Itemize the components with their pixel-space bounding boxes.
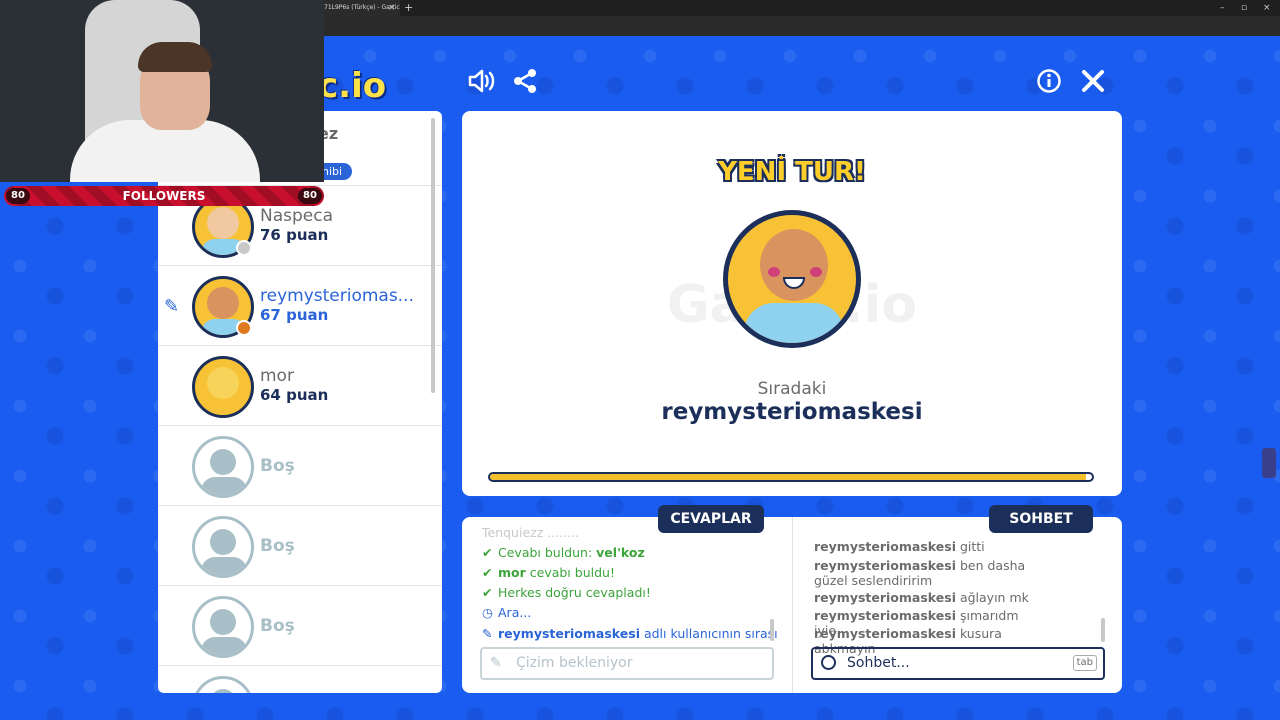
answer-line: Tenquiezz ........ — [482, 525, 580, 540]
maximize-icon[interactable]: ▫ — [1241, 0, 1247, 16]
game-logo: c.io — [318, 66, 387, 106]
share-icon — [514, 69, 536, 93]
empty-avatar — [192, 676, 254, 693]
player-row[interactable]: ✎ reymysteriomas... 67 puan — [158, 265, 442, 345]
pencil-icon: ✎ — [490, 655, 502, 671]
new-tab-icon[interactable]: + — [404, 0, 413, 15]
player-row[interactable]: mor 64 puan — [158, 345, 442, 425]
check-icon: ✔ — [482, 565, 493, 580]
player-score: 64 puan — [260, 386, 329, 404]
answer-input[interactable]: ✎ Çizim bekleniyor — [480, 647, 774, 680]
tab-close-icon[interactable]: × — [388, 0, 396, 16]
round-title: YENİ TUR! — [718, 157, 866, 187]
chat-input[interactable]: Sohbet... tab — [811, 647, 1105, 680]
streamer-hair — [138, 42, 212, 72]
check-icon: ✔ — [482, 545, 493, 560]
chat-panel: SOHBET reymysteriomaskesi gitti reymyste… — [792, 505, 1122, 693]
chat-message: reymysteriomaskesi gitti — [814, 539, 985, 554]
exit-button[interactable] — [1078, 66, 1108, 96]
followers-count-right: 80 — [298, 188, 322, 204]
answer-line: ✔ Cevabı buldun: vel'koz — [482, 545, 645, 560]
empty-slot: Boş — [158, 425, 442, 505]
sound-button[interactable] — [466, 66, 496, 96]
round-panel: Gartic.io YENİ TUR! Sıradaki reymysterio… — [462, 111, 1122, 496]
side-widget[interactable] — [1262, 448, 1276, 478]
empty-slot: Boş — [158, 505, 442, 585]
followers-label: FOLLOWERS — [122, 189, 206, 203]
avatar — [192, 356, 254, 418]
pencil-icon: ✎ — [482, 626, 493, 641]
pencil-icon: ✎ — [164, 296, 180, 317]
webcam-overlay — [0, 0, 324, 182]
empty-avatar — [192, 516, 254, 578]
player-name: mor — [260, 366, 294, 386]
minimize-icon[interactable]: – — [1220, 0, 1225, 16]
next-player-name: reymysteriomaskesi — [661, 399, 923, 425]
clock-icon: ◷ — [482, 605, 493, 620]
empty-slot-label: Boş — [260, 536, 295, 556]
next-player-avatar — [723, 210, 861, 348]
answer-line: ✔ Herkes doğru cevapladı! — [482, 585, 651, 600]
chat-message: reymysteriomaskesi ağlayın mk — [814, 590, 1029, 605]
chat-message: reymysteriomaskesi ben dasha güzel sesle… — [814, 558, 1026, 588]
answer-line: ✎ reymysteriomaskesi adlı kullanıcının sı… — [482, 626, 778, 641]
tab-answers[interactable]: CEVAPLAR — [658, 505, 764, 533]
empty-slot — [158, 665, 442, 693]
status-dot — [236, 320, 252, 336]
next-label: Sıradaki — [757, 379, 827, 399]
info-icon — [1037, 69, 1061, 93]
share-button[interactable] — [510, 66, 540, 96]
progress-fill — [490, 474, 1086, 480]
player-name: reymysteriomas... — [260, 286, 414, 306]
answers-scrollbar[interactable] — [770, 619, 774, 641]
tab-key-hint: tab — [1072, 655, 1097, 671]
followers-bar: 80 FOLLOWERS 80 — [4, 186, 324, 206]
answer-line: ◷ Ara... — [482, 605, 532, 620]
search-icon — [821, 655, 836, 670]
empty-slot-label: Boş — [260, 616, 295, 636]
chat-scrollbar[interactable] — [1101, 618, 1105, 642]
status-dot — [236, 240, 252, 256]
empty-avatar — [192, 436, 254, 498]
empty-slot-label: Boş — [260, 456, 295, 476]
window-close-icon[interactable]: × — [1263, 0, 1271, 16]
player-name: Naspeca — [260, 206, 334, 226]
empty-avatar — [192, 596, 254, 658]
player-list-scrollbar[interactable] — [431, 118, 435, 393]
player-score: 67 puan — [260, 306, 329, 324]
empty-slot: Boş — [158, 585, 442, 665]
tab-chat[interactable]: SOHBET — [989, 505, 1093, 533]
check-icon: ✔ — [482, 585, 493, 600]
answer-line: ✔ mor cevabı buldu! — [482, 565, 615, 580]
info-button[interactable] — [1034, 66, 1064, 96]
player-score: 76 puan — [260, 226, 329, 244]
close-icon — [1082, 70, 1104, 92]
speaker-icon — [468, 69, 495, 93]
round-progress-bar — [488, 472, 1094, 482]
answers-panel: CEVAPLAR Tenquiezz ........ ✔ Cevabı buld… — [462, 505, 792, 693]
followers-count-left: 80 — [6, 188, 30, 204]
